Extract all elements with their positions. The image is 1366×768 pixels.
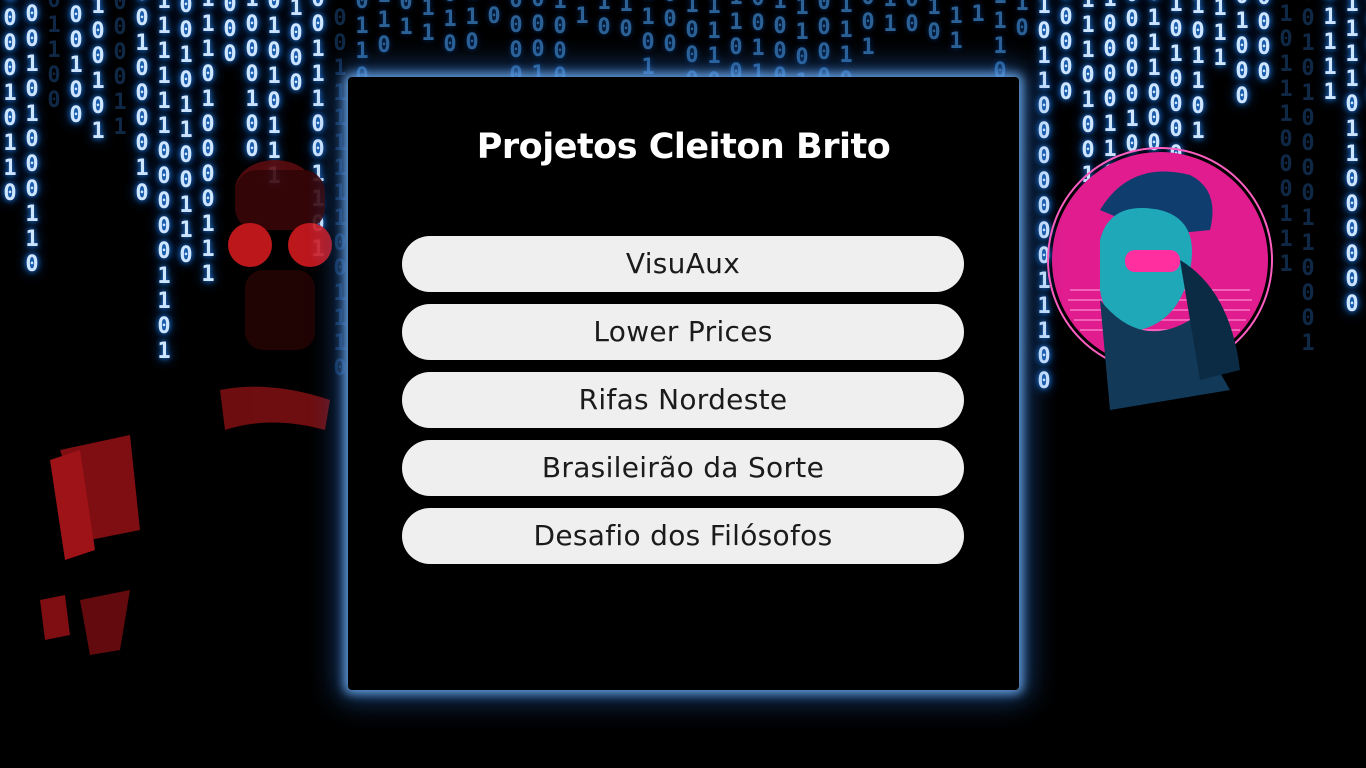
rain-column: 0 1 1 1 0 0 0 1 1 1 0 0 1 [1147, 0, 1161, 306]
project-button-visuaux[interactable]: VisuAux [402, 236, 964, 292]
rain-column: 0 0 [905, 0, 919, 37]
rain-column: 1 1 0 [377, 0, 391, 58]
rain-column: 1 0 [927, 0, 941, 45]
rain-column: 0 1 [971, 0, 985, 27]
rain-column: 1 1 0 0 [729, 0, 743, 85]
project-button-desafio-dos-filosofos[interactable]: Desafio dos Filósofos [402, 508, 964, 564]
rain-column: 0 0 0 1 0 1 0 0 0 1 1 0 [25, 0, 39, 277]
project-button-rifas-nordeste[interactable]: Rifas Nordeste [402, 372, 964, 428]
rain-column: 0 1 0 0 0 [1235, 0, 1249, 109]
rain-column: 1 0 [597, 0, 611, 40]
rain-column: 1 0 [1015, 0, 1029, 41]
rain-column: 1 0 0 0 [773, 0, 787, 89]
project-list-item: Rifas Nordeste [402, 372, 964, 428]
rain-column: 0 0 1 0 1 1 0 0 1 1 0 [179, 0, 193, 268]
rain-column: 0 0 1 1 1 0 0 1 1 0 1 [311, 0, 325, 262]
rain-column: 0 0 0 0 [509, 0, 523, 88]
rain-column: 1 1 [883, 0, 897, 37]
project-list-item: Lower Prices [402, 304, 964, 360]
rain-column: 0 1 [399, 0, 413, 40]
rain-column: 1 1 [421, 0, 435, 46]
red-character-illustration [40, 160, 332, 655]
rain-column: 0 0 0 1 [531, 0, 545, 87]
project-list-item: VisuAux [402, 236, 964, 292]
neon-portrait-illustration [1047, 147, 1273, 410]
rain-column: 0 0 [487, 0, 501, 29]
rain-column: 0 1 1 1 1 [1323, 0, 1337, 105]
project-button-brasileirao-da-sorte[interactable]: Brasileirão da Sorte [402, 440, 964, 496]
rain-column: 1 0 0 0 [553, 0, 567, 89]
rain-column: 0 0 0 [223, 0, 237, 67]
rain-column: 1 0 0 1 0 1 [91, 0, 105, 144]
project-button-lower-prices[interactable]: Lower Prices [402, 304, 964, 360]
rain-column: 1 0 [619, 0, 633, 42]
rain-column: 1 1 1 [1213, 0, 1227, 71]
rain-column: 0 1 [575, 0, 589, 29]
projects-panel: Projetos Cleiton Brito VisuAux Lower Pri… [348, 77, 1019, 690]
rain-column: 0 0 1 0 0 0 0 1 0 [135, 0, 149, 206]
rain-column: 1 1 0 1 [641, 0, 655, 80]
rain-column: 0 0 0 [663, 0, 677, 57]
rain-column: 0 1 0 [443, 0, 457, 57]
rain-column: 1 0 1 1 0 1 [1191, 0, 1205, 144]
rain-column: 1 0 0 0 [289, 0, 303, 96]
rain-column: 1 1 1 1 0 1 1 0 0 0 0 0 0 [1345, 0, 1359, 317]
rain-column: 1 0 0 0 1 0 0 [245, 0, 259, 162]
rain-column: 1 1 1 0 1 0 0 0 0 1 1 1 [201, 0, 215, 287]
rain-column: 0 1 1 0 [355, 0, 369, 89]
rain-column: 1 1 1 0 1 0 0 1 0 [1081, 0, 1095, 213]
rain-column: 0 0 0 0 0 1 0 0 0 0 1 0 1 [1125, 0, 1139, 307]
rain-column: 0 1 1 [949, 0, 963, 54]
rain-column: 1 1 0 1 1 1 0 0 0 1 1 1 [1279, 0, 1293, 277]
rain-column: 1 1 0 [465, 0, 479, 55]
page-background: 1 0 0 0 1 0 1 1 0 0 0 0 1 0 1 0 0 0 1 1 … [0, 0, 1366, 768]
rain-column: 1 1 1 1 1 1 0 0 0 0 0 1 1 0 1 [157, 0, 171, 364]
project-list: VisuAux Lower Prices Rifas Nordeste Bras… [402, 236, 964, 576]
project-list-item: Brasileirão da Sorte [402, 440, 964, 496]
page-title: Projetos Cleiton Brito [476, 127, 891, 167]
rain-column: 0 0 0 0 1 1 [113, 0, 127, 140]
rain-column: 1 0 1 0 0 0 0 1 0 0 1 [1169, 0, 1183, 267]
rain-column: 1 0 0 1 0 0 [69, 0, 83, 128]
rain-column: 0 0 0 0 0 [1059, 0, 1073, 105]
rain-column: 0 0 0 0 [1257, 0, 1271, 85]
rain-column: 0 0 1 1 [751, 0, 765, 86]
project-list-item: Desafio dos Filósofos [402, 508, 964, 564]
rain-column: 1 0 0 1 1 1 1 1 1 1 0 0 1 1 1 0 [333, 0, 347, 381]
rain-column: 0 0 1 0 1 0 0 0 0 1 1 0 0 0 1 [1301, 0, 1315, 356]
rain-column: 0 0 1 [861, 0, 875, 60]
rain-column: 1 0 0 0 0 1 1 0 1 [1103, 0, 1117, 212]
rain-column: 1 0 1 1 0 0 0 0 0 0 0 1 1 1 0 0 [1037, 0, 1051, 394]
rain-column: 1 0 0 0 1 0 1 1 0 [3, 0, 17, 206]
rain-column: 0 1 1 0 0 [47, 0, 61, 113]
rain-column: 0 1 0 1 0 1 1 1 [267, 0, 281, 189]
